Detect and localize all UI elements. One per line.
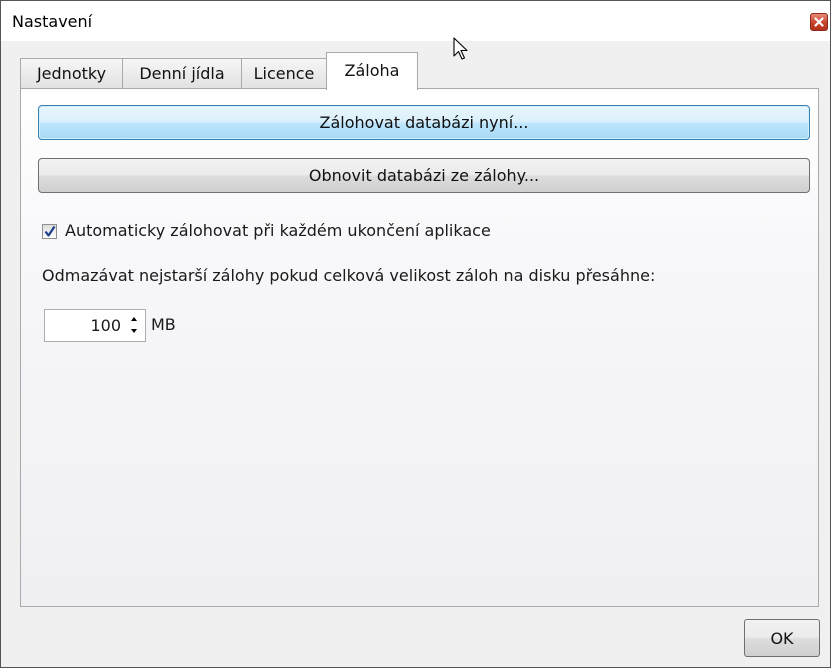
- checkmark-icon: [44, 225, 56, 237]
- ok-button[interactable]: OK: [744, 619, 820, 657]
- backup-now-button[interactable]: Zálohovat databázi nyní...: [38, 105, 810, 140]
- tab-label: Denní jídla: [139, 64, 225, 83]
- tab-label: Jednotky: [36, 64, 107, 83]
- close-icon: [814, 17, 824, 27]
- auto-backup-checkbox[interactable]: [42, 224, 57, 239]
- backup-tab-panel: Zálohovat databázi nyní... Obnovit datab…: [20, 88, 819, 607]
- close-button[interactable]: [810, 13, 828, 31]
- restore-backup-button[interactable]: Obnovit databázi ze zálohy...: [38, 158, 810, 193]
- tab-licence[interactable]: Licence: [241, 58, 327, 88]
- tab-label: Záloha: [344, 61, 400, 80]
- cleanup-description: Odmazávat nejstarší zálohy pokud celková…: [42, 266, 656, 285]
- tab-denni-jidla[interactable]: Denní jídla: [122, 58, 242, 88]
- title-bar[interactable]: Nastavení: [1, 1, 830, 41]
- size-limit-value[interactable]: 100: [90, 316, 121, 335]
- chevron-down-icon[interactable]: [128, 325, 140, 337]
- settings-dialog: Nastavení Jednotky Denní jídla Licence Z…: [0, 0, 831, 668]
- size-unit-label: MB: [151, 315, 176, 334]
- mouse-cursor-icon: [453, 37, 468, 60]
- tab-label: Licence: [253, 64, 315, 83]
- tab-jednotky[interactable]: Jednotky: [20, 58, 123, 88]
- window-title: Nastavení: [12, 12, 93, 31]
- chevron-up-icon[interactable]: [128, 313, 140, 325]
- tab-zaloha[interactable]: Záloha: [326, 52, 418, 90]
- auto-backup-label: Automaticky zálohovat při každém ukončen…: [65, 221, 491, 240]
- size-limit-stepper[interactable]: 100: [44, 309, 146, 342]
